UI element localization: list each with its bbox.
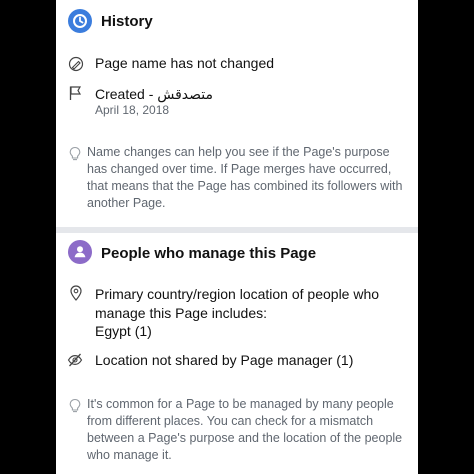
- location-not-shared: Location not shared by Page manager (1): [95, 352, 354, 368]
- page-transparency-panel: History Page name has not changed Create…: [56, 0, 418, 474]
- location-pin-icon: [68, 285, 84, 301]
- history-note: Name changes can help you see if the Pag…: [87, 145, 403, 210]
- flag-icon: [68, 85, 84, 101]
- edit-icon: [68, 56, 84, 72]
- name-status: Page name has not changed: [95, 55, 275, 71]
- lightbulb-icon: [67, 146, 83, 162]
- created-date: April 18, 2018: [95, 103, 170, 117]
- clock-icon: [68, 9, 92, 33]
- location-value: Egypt (1): [95, 323, 152, 339]
- history-title: History: [101, 13, 153, 30]
- lightbulb-icon: [67, 398, 83, 414]
- created-label: Created - متصدقش: [95, 86, 214, 102]
- location-intro: Primary country/region location of peopl…: [95, 286, 380, 321]
- managers-title: People who manage this Page: [101, 245, 317, 262]
- section-divider: [56, 227, 418, 233]
- managers-note: It's common for a Page to be managed by …: [87, 397, 403, 462]
- hidden-eye-icon: [67, 352, 83, 368]
- people-icon: [68, 240, 92, 264]
